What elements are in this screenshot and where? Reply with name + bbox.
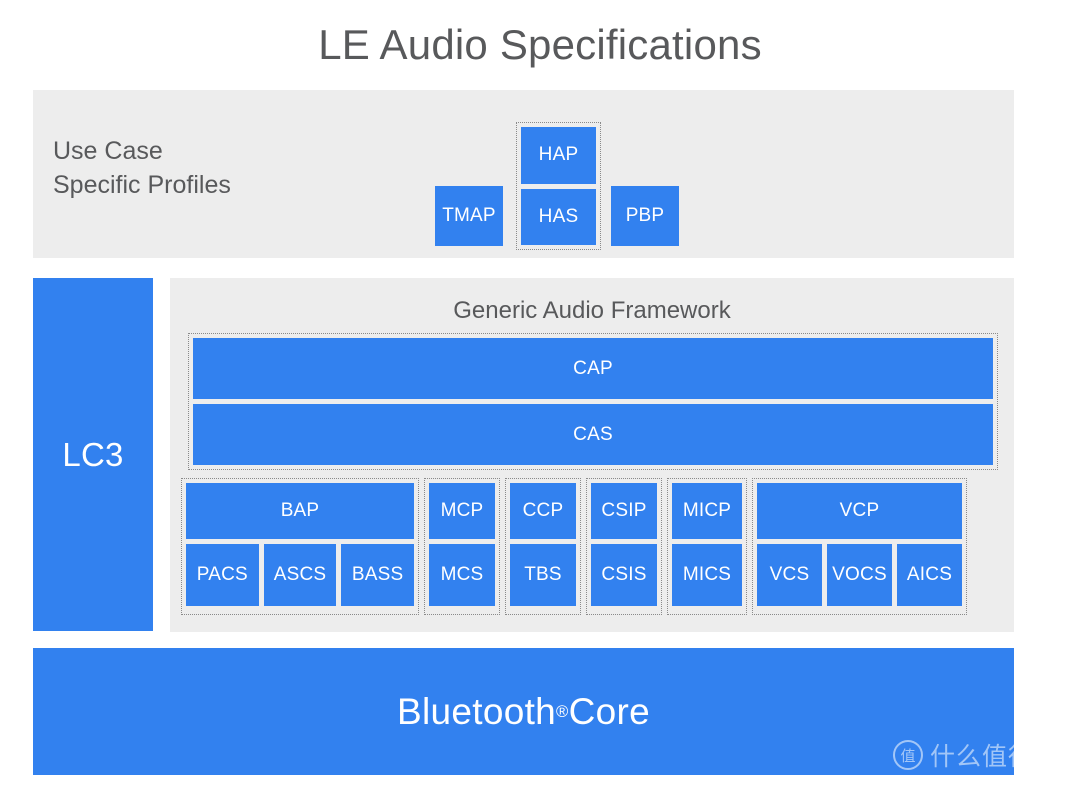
csip-group: CSIP CSIS [586,478,662,615]
page-title: LE Audio Specifications [318,21,762,68]
bluetooth-core-bar[interactable]: Bluetooth ® Core [33,648,1014,775]
bluetooth-core-label-suffix: Core [568,690,650,732]
profile-box-pbp[interactable]: PBP [611,186,679,246]
csip-services-row: CSIS [591,544,657,606]
service-box-aics[interactable]: AICS [897,544,962,606]
vcp-services-row: VCS VOCS AICS [757,544,962,606]
cap-cas-group: CAP CAS [188,333,998,470]
profile-box-bap[interactable]: BAP [186,483,414,539]
ccp-services-row: TBS [510,544,576,606]
micp-services-row: MICS [672,544,742,606]
service-box-mcs[interactable]: MCS [429,544,495,606]
bap-group: BAP PACS ASCS BASS [181,478,419,615]
use-case-profiles-label: Use Case Specific Profiles [53,137,231,199]
profile-box-mcp[interactable]: MCP [429,483,495,539]
service-box-pacs[interactable]: PACS [186,544,259,606]
vcp-group: VCP VCS VOCS AICS [752,478,967,615]
mcp-services-row: MCS [429,544,495,606]
mcp-group: MCP MCS [424,478,500,615]
generic-audio-framework-panel: Generic Audio Framework CAP CAS BAP PACS… [170,278,1014,632]
profile-box-hap[interactable]: HAP [521,127,596,184]
profile-box-csip[interactable]: CSIP [591,483,657,539]
hap-group: HAP HAS [516,122,601,250]
use-case-profiles-boxes: TMAP HAP HAS PBP [402,90,679,258]
service-box-csis[interactable]: CSIS [591,544,657,606]
bap-services-row: PACS ASCS BASS [186,544,415,606]
profile-box-cas[interactable]: CAS [193,404,993,465]
profile-box-vcp[interactable]: VCP [757,483,962,539]
profile-box-micp[interactable]: MICP [672,483,742,539]
micp-group: MICP MICS [667,478,747,615]
service-box-bass[interactable]: BASS [341,544,415,606]
profile-box-ccp[interactable]: CCP [510,483,576,539]
profile-groups-row: BAP PACS ASCS BASS MCP MCS CCP TBS CSIP … [181,478,1005,615]
bluetooth-core-label-main: Bluetooth [396,690,557,732]
generic-audio-framework-title: Generic Audio Framework [453,297,731,324]
service-box-vcs[interactable]: VCS [757,544,822,606]
profile-box-tmap[interactable]: TMAP [435,186,503,246]
profile-box-has[interactable]: HAS [521,188,596,245]
codec-box-lc3[interactable]: LC3 [33,278,153,631]
use-case-profiles-panel: Use Case Specific Profiles TMAP HAP HAS … [33,90,1014,258]
profile-box-cap[interactable]: CAP [193,338,993,399]
service-box-tbs[interactable]: TBS [510,544,576,606]
service-box-mics[interactable]: MICS [672,544,742,606]
ccp-group: CCP TBS [505,478,581,615]
service-box-ascs[interactable]: ASCS [263,544,337,606]
service-box-vocs[interactable]: VOCS [827,544,892,606]
